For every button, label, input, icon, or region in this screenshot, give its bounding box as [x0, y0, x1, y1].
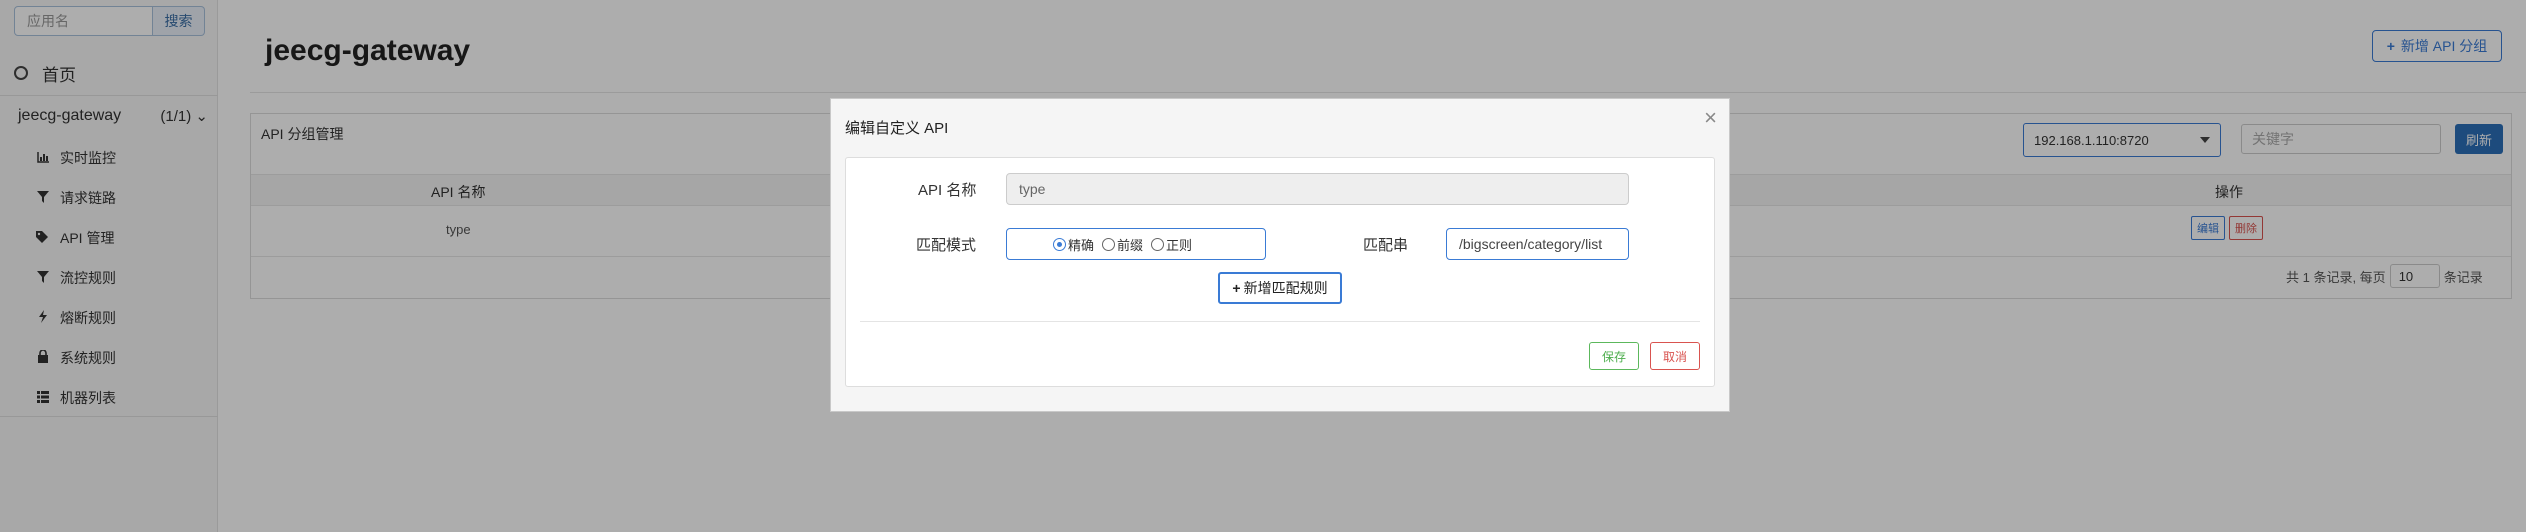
edit-api-dialog: 编辑自定义 API × API 名称 匹配模式 精确 前缀 正则 匹配串 + 新…: [830, 98, 1730, 412]
cancel-button[interactable]: 取消: [1650, 342, 1700, 370]
radio-label: 前缀: [1117, 237, 1144, 253]
close-icon[interactable]: ×: [1704, 105, 1717, 131]
add-match-rule-button[interactable]: + 新增匹配规则: [1218, 272, 1342, 304]
dialog-title: 编辑自定义 API: [845, 120, 949, 137]
radio-unchecked-icon: [1102, 237, 1116, 251]
pattern-field[interactable]: [1446, 228, 1629, 260]
dialog-divider: [860, 321, 1700, 322]
radio-prefix[interactable]: 前缀: [1102, 235, 1143, 254]
radio-checked-icon: [1053, 237, 1066, 251]
radio-label: 精确: [1068, 237, 1095, 253]
radio-regex[interactable]: 正则: [1151, 235, 1192, 254]
match-mode-label: 匹配模式: [916, 237, 977, 254]
pattern-label: 匹配串: [1363, 237, 1409, 254]
api-name-field[interactable]: [1006, 173, 1629, 205]
save-button[interactable]: 保存: [1589, 342, 1639, 370]
match-mode-group: 精确 前缀 正则: [1006, 228, 1266, 260]
radio-label: 正则: [1166, 237, 1193, 253]
radio-exact[interactable]: 精确: [1053, 235, 1094, 254]
api-name-label: API 名称: [918, 182, 977, 199]
plus-icon: +: [1232, 280, 1241, 296]
add-match-rule-label: 新增匹配规则: [1243, 280, 1328, 296]
dialog-body: API 名称 匹配模式 精确 前缀 正则 匹配串 + 新增匹配规则 保存 取消: [845, 157, 1715, 387]
radio-unchecked-icon: [1151, 237, 1165, 251]
